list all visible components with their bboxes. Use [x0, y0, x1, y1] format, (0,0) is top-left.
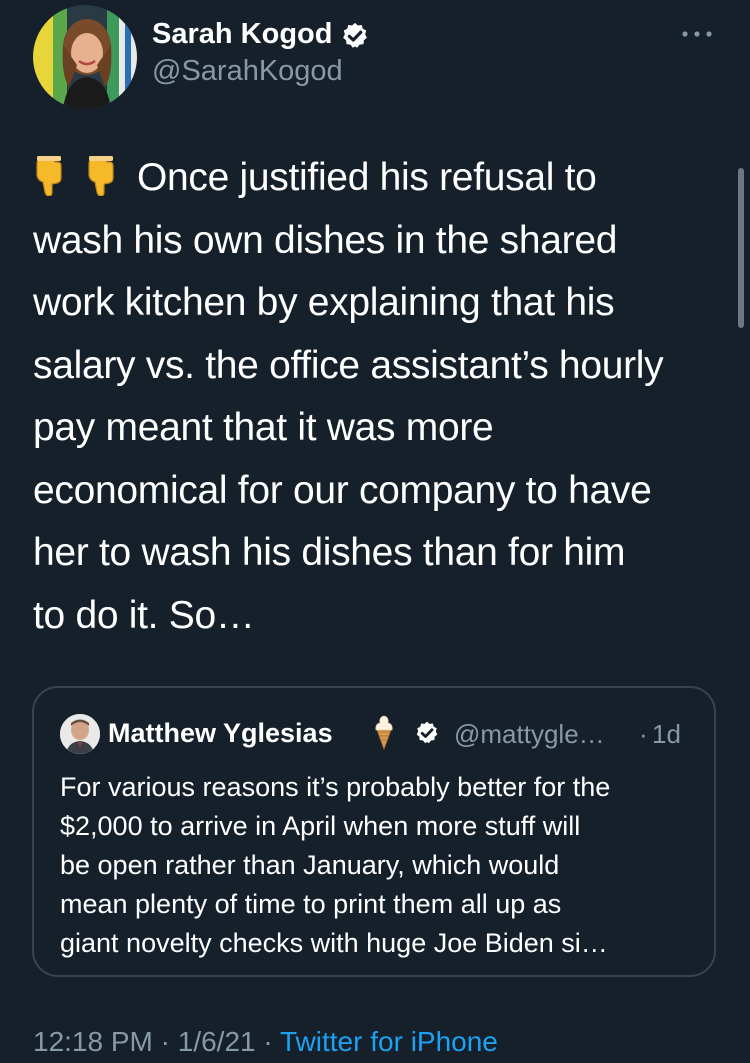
quoted-verified-badge-icon — [414, 720, 440, 746]
quoted-tweet-line: $2,000 to arrive in April when more stuf… — [60, 811, 581, 841]
meta-separator: · — [263, 1026, 273, 1057]
tweet-line: pay meant that it was more — [33, 406, 494, 449]
author-name[interactable]: Sarah Kogod — [152, 18, 332, 51]
pointing-down-emoji-icon — [33, 153, 65, 197]
ice-cream-emoji-icon — [372, 714, 396, 751]
tweet-line: to do it. So… — [33, 593, 255, 637]
tweet-time[interactable]: 12:18 PM — [33, 1026, 153, 1057]
meta-separator: · — [160, 1026, 170, 1057]
profile-photo-icon — [33, 5, 137, 109]
quoted-profile-photo-icon — [60, 714, 100, 754]
quoted-author-avatar[interactable] — [60, 714, 100, 754]
quoted-author-name[interactable]: Matthew Yglesias — [108, 718, 333, 749]
quoted-tweet-text: For various reasons it’s probably better… — [60, 768, 700, 963]
author-avatar[interactable] — [33, 5, 137, 109]
verified-badge-icon — [340, 21, 370, 51]
tweet-source-link[interactable]: Twitter for iPhone — [280, 1026, 498, 1057]
quoted-tweet-card[interactable]: Matthew Yglesias @mattygle… · 1d For var… — [32, 686, 716, 977]
tweet-line: work kitchen by explaining that his — [33, 281, 615, 324]
quoted-tweet-line: mean plenty of time to print them all up… — [60, 889, 562, 919]
tweet-text: Once justified his refusal to wash his o… — [33, 147, 733, 647]
more-options-icon[interactable] — [676, 22, 718, 46]
tweet-line: Once justified his refusal to — [33, 147, 733, 210]
quoted-separator: · — [639, 719, 648, 749]
scrollbar[interactable] — [738, 168, 744, 328]
quoted-timestamp[interactable]: 1d — [652, 719, 681, 750]
quoted-tweet-line: For various reasons it’s probably better… — [60, 772, 611, 802]
quoted-tweet-line: giant novelty checks with huge Joe Biden… — [60, 928, 608, 958]
tweet-line: economical for our company to have — [33, 468, 652, 512]
tweet-metadata: 12:18 PM · 1/6/21 · Twitter for iPhone — [33, 1026, 498, 1058]
tweet-line: salary vs. the office assistant’s hourly — [33, 343, 664, 387]
author-handle[interactable]: @SarahKogod — [152, 55, 343, 88]
tweet-line: wash his own dishes in the shared — [33, 218, 618, 262]
tweet-date[interactable]: 1/6/21 — [178, 1026, 256, 1057]
pointing-down-emoji-icon — [85, 153, 117, 197]
tweet-line-text: Once justified his refusal to — [137, 156, 597, 199]
tweet-line: her to wash his dishes than for him — [33, 531, 626, 574]
quoted-tweet-line: be open rather than January, which would — [60, 850, 560, 880]
quoted-author-handle[interactable]: @mattygle… — [454, 719, 605, 750]
